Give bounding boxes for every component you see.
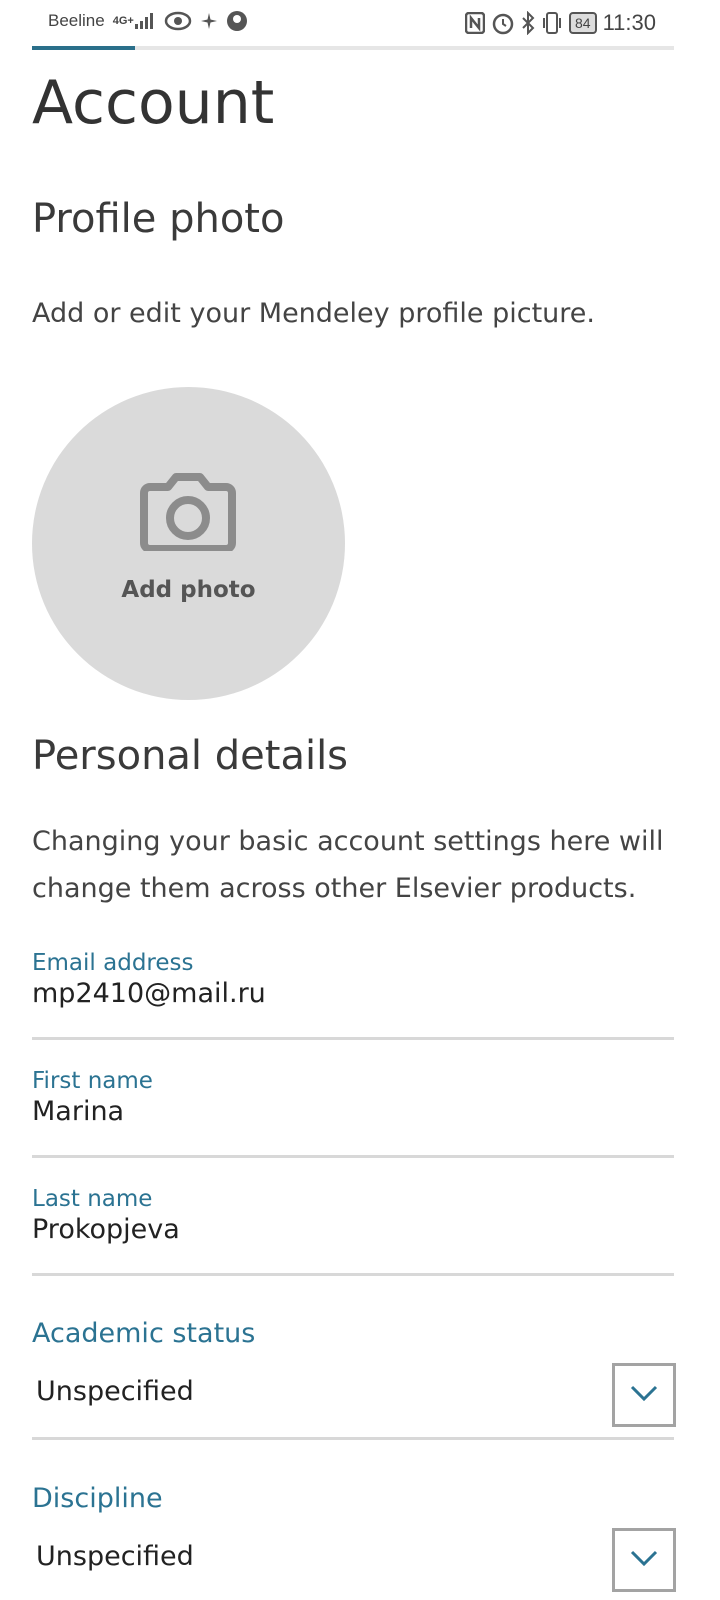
status-left: Beeline 4G+ xyxy=(48,10,248,32)
chevron-down-icon xyxy=(630,1549,658,1572)
discipline-label: Discipline xyxy=(32,1483,163,1514)
network-type: 4G+ xyxy=(112,15,134,27)
sparkle-icon xyxy=(200,12,218,30)
app-notification-icon xyxy=(226,10,248,32)
profile-photo-description: Add or edit your Mendeley profile pictur… xyxy=(32,298,595,329)
signal-icon: 4G+ xyxy=(113,12,156,30)
last-name-underline xyxy=(32,1273,674,1276)
first-name-underline xyxy=(32,1155,674,1158)
battery-icon: 84 xyxy=(569,12,597,34)
page-progress-fill xyxy=(32,46,135,50)
add-photo-button[interactable]: Add photo xyxy=(32,387,345,700)
academic-status-underline xyxy=(32,1437,674,1440)
profile-photo-heading: Profile photo xyxy=(32,196,285,242)
academic-status-dropdown-button[interactable] xyxy=(612,1363,676,1427)
discipline-value[interactable]: Unspecified xyxy=(36,1541,194,1572)
first-name-label: First name xyxy=(32,1068,153,1094)
academic-status-label: Academic status xyxy=(32,1318,256,1349)
academic-status-value[interactable]: Unspecified xyxy=(36,1376,194,1407)
email-underline xyxy=(32,1037,674,1040)
camera-icon xyxy=(140,473,236,556)
personal-details-heading: Personal details xyxy=(32,733,349,779)
clock: 11:30 xyxy=(602,10,656,35)
eye-icon xyxy=(164,11,192,31)
last-name-value[interactable]: Prokopjeva xyxy=(32,1214,674,1245)
bluetooth-icon xyxy=(521,11,535,35)
vibrate-icon xyxy=(541,11,563,35)
add-photo-label: Add photo xyxy=(121,577,256,603)
page-title: Account xyxy=(32,68,275,138)
email-field[interactable]: Email address mp2410@mail.ru xyxy=(32,950,674,1009)
chevron-down-icon xyxy=(630,1384,658,1407)
first-name-field[interactable]: First name Marina xyxy=(32,1068,674,1127)
status-bar: Beeline 4G+ 84 11:30 xyxy=(0,0,720,48)
personal-details-description: Changing your basic account settings her… xyxy=(32,826,664,904)
email-value[interactable]: mp2410@mail.ru xyxy=(32,978,674,1009)
email-label: Email address xyxy=(32,950,194,976)
last-name-field[interactable]: Last name Prokopjeva xyxy=(32,1186,674,1245)
first-name-value[interactable]: Marina xyxy=(32,1096,674,1127)
page-progress-bar xyxy=(32,46,674,50)
status-right: 84 11:30 xyxy=(465,10,656,36)
carrier-name: Beeline xyxy=(48,11,105,30)
alarm-icon xyxy=(491,11,515,35)
discipline-dropdown-button[interactable] xyxy=(612,1528,676,1592)
nfc-icon xyxy=(465,12,485,34)
last-name-label: Last name xyxy=(32,1186,153,1212)
